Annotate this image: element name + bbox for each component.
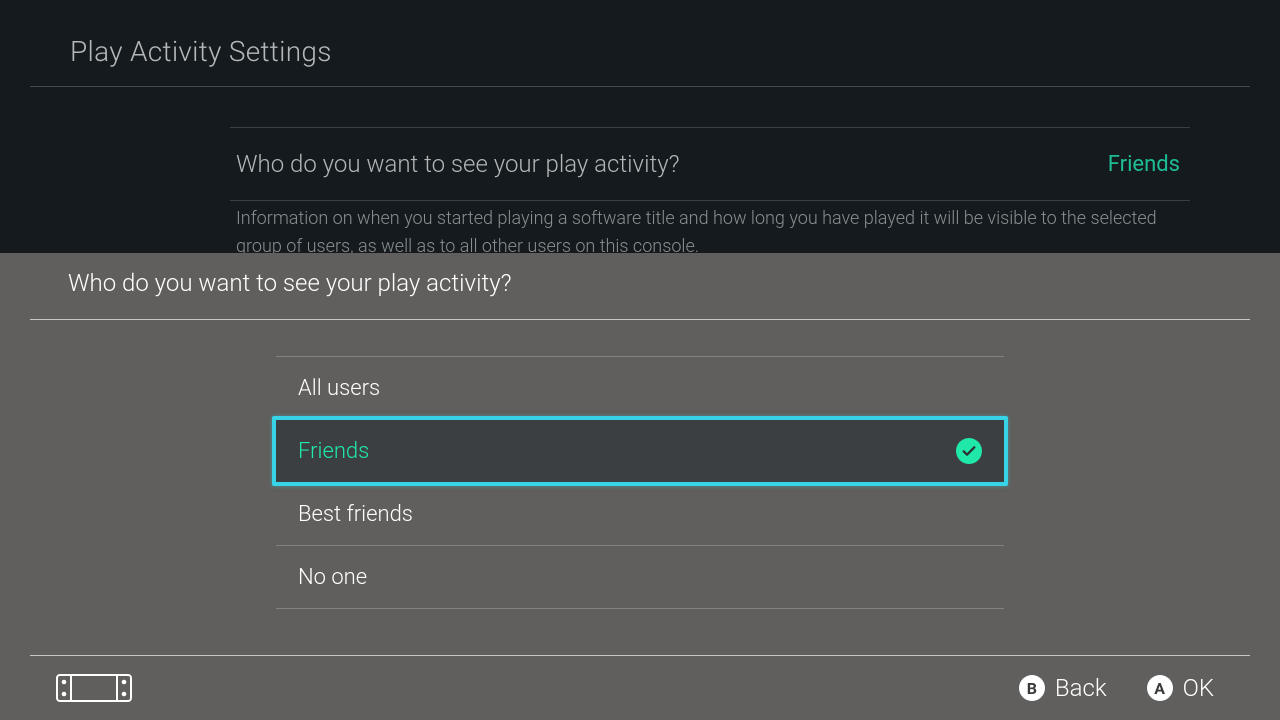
option-best-friends-wrap: Best friends [276, 483, 1004, 545]
option-label: Best friends [298, 502, 413, 527]
b-button-icon: B [1019, 675, 1045, 701]
option-no-one[interactable]: No one [276, 546, 1004, 608]
option-all-users[interactable]: All users [276, 357, 1004, 419]
setting-description: Information on when you started playing … [230, 201, 1190, 261]
option-label: All users [298, 376, 380, 401]
a-button-icon: A [1147, 675, 1173, 701]
setting-value: Friends [1108, 152, 1180, 177]
modal-header-separator [30, 319, 1250, 320]
page-header: Play Activity Settings [0, 0, 1280, 86]
controller-icon [54, 673, 134, 703]
option-best-friends[interactable]: Best friends [276, 483, 1004, 545]
option-label: Friends [298, 439, 369, 464]
page-title: Play Activity Settings [70, 35, 1210, 68]
back-label: Back [1055, 674, 1107, 702]
option-friends[interactable]: Friends [276, 420, 1004, 482]
ok-label: OK [1183, 674, 1214, 702]
back-button[interactable]: B Back [1019, 674, 1107, 702]
modal-header: Who do you want to see your play activit… [0, 253, 1280, 319]
option-list: All users Friends Best friends No one [276, 356, 1004, 609]
play-activity-visibility-row[interactable]: Who do you want to see your play activit… [230, 128, 1190, 200]
modal-title: Who do you want to see your play activit… [68, 269, 1250, 297]
option-separator [276, 608, 1004, 609]
setting-label: Who do you want to see your play activit… [236, 150, 680, 178]
ok-button[interactable]: A OK [1147, 674, 1214, 702]
footer-bar: B Back A OK [0, 656, 1280, 720]
footer-buttons: B Back A OK [1019, 674, 1214, 702]
selection-modal: Who do you want to see your play activit… [0, 253, 1280, 720]
option-friends-wrap: Friends [276, 420, 1004, 482]
option-all-users-wrap: All users [276, 357, 1004, 419]
option-no-one-wrap: No one [276, 546, 1004, 608]
option-label: No one [298, 565, 367, 590]
page-content: Who do you want to see your play activit… [0, 87, 1280, 261]
check-icon [956, 438, 982, 464]
